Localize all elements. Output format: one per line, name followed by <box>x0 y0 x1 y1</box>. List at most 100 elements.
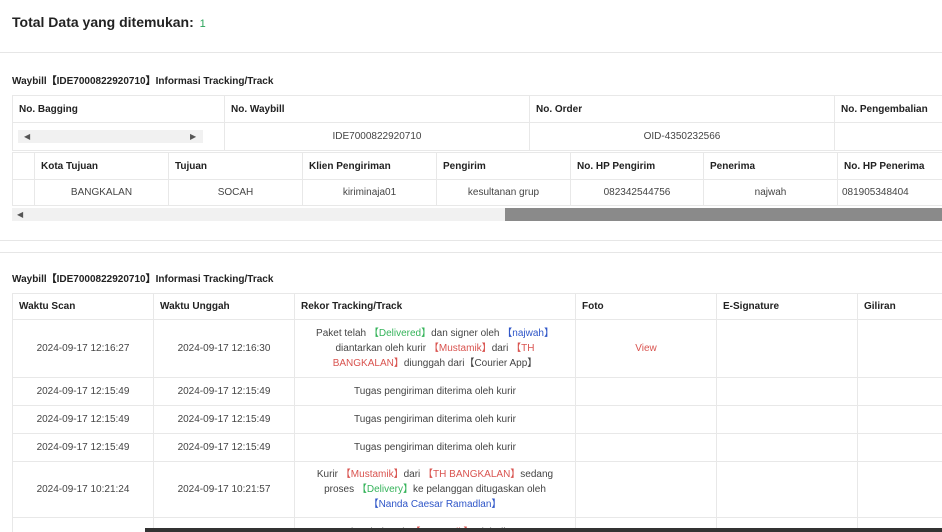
tracking-table: Waktu Scan Waktu Unggah Rekor Tracking/T… <box>12 293 942 532</box>
photo-cell <box>575 405 717 434</box>
col-header-hp-pengirim: No. HP Pengirim <box>570 152 704 180</box>
col-header-rekor: Rekor Tracking/Track <box>294 293 576 320</box>
col-header-klien: Klien Pengiriman <box>302 152 437 180</box>
upload-time-cell: 2024-09-17 10:21:57 <box>153 461 295 518</box>
esignature-cell <box>716 319 858 378</box>
record-segment: ke pelanggan ditugaskan oleh <box>413 484 546 495</box>
klien-value: kiriminaja01 <box>302 179 437 206</box>
shipment-detail-table: Kota Tujuan Tujuan Klien Pengiriman Peng… <box>12 152 942 206</box>
scan-time-cell: 2024-09-17 12:15:49 <box>12 433 154 462</box>
section-title-info: Waybill【IDE7000822920710】Informasi Track… <box>12 76 274 87</box>
tracking-rows: 2024-09-17 12:16:27 2024-09-17 12:16:30 Pa… <box>12 319 942 532</box>
tracking-record-cell: Tugas pengiriman diterima oleh kurir <box>294 433 576 462</box>
record-segment: diunggah dari【Courier App】 <box>403 358 538 369</box>
esignature-cell <box>716 433 858 462</box>
record-segment: 【Mustamik】 <box>340 469 404 480</box>
scan-time-cell <box>12 517 154 532</box>
record-segment: Tugas pengiriman diterima oleh kurir <box>354 414 516 425</box>
photo-cell <box>575 461 717 518</box>
scan-time-cell: 2024-09-17 12:15:49 <box>12 405 154 434</box>
total-data-heading: Total Data yang ditemukan: 1 <box>12 14 206 30</box>
record-segment: 【najwah】 <box>502 328 554 339</box>
scan-time-cell: 2024-09-17 12:16:27 <box>12 319 154 378</box>
waybill-value: IDE7000822920710 <box>224 122 530 151</box>
kota-tujuan-value: BANGKALAN <box>34 179 169 206</box>
col-header-waktu-scan: Waktu Scan <box>12 293 154 320</box>
bottom-scrollbar[interactable] <box>145 528 942 532</box>
col-header-waybill: No. Waybill <box>224 95 530 123</box>
section-title-tracking: Waybill【IDE7000822920710】Informasi Track… <box>12 274 274 285</box>
total-label: Total Data yang ditemukan: <box>12 14 194 30</box>
record-segment: 【Delivery】 <box>356 484 414 495</box>
scan-time-cell: 2024-09-17 12:15:49 <box>12 377 154 406</box>
photo-cell: View <box>575 319 717 378</box>
photo-cell <box>575 377 717 406</box>
total-count: 1 <box>199 18 206 30</box>
photo-cell <box>575 433 717 462</box>
giliran-cell <box>857 377 942 406</box>
spacer-cell <box>12 179 35 206</box>
divider <box>0 52 942 53</box>
bagging-scrollbar[interactable]: ◀ ▶ <box>18 130 203 143</box>
penerima-value: najwah <box>703 179 838 206</box>
col-header-kota-tujuan: Kota Tujuan <box>34 152 169 180</box>
giliran-cell <box>857 405 942 434</box>
scroll-left-icon[interactable]: ◀ <box>17 210 23 219</box>
scroll-right-icon[interactable]: ▶ <box>190 132 196 141</box>
record-segment: 【Nanda Caesar Ramadlan】 <box>368 499 502 510</box>
giliran-cell <box>857 433 942 462</box>
upload-time-cell: 2024-09-17 12:15:49 <box>153 433 295 462</box>
giliran-cell <box>857 319 942 378</box>
tujuan-value: SOCAH <box>168 179 303 206</box>
record-segment: Tugas pengiriman diterima oleh kurir <box>354 386 516 397</box>
record-segment: Kurir <box>316 469 341 480</box>
record-segment: dari <box>403 469 424 480</box>
bagging-cell: ◀ ▶ <box>12 122 225 151</box>
scroll-left-icon[interactable]: ◀ <box>24 132 30 141</box>
divider <box>0 252 942 253</box>
table-row: 2024-09-17 12:15:49 2024-09-17 12:15:49 Tu… <box>12 433 942 462</box>
record-segment: dari <box>491 343 512 354</box>
esignature-cell <box>716 377 858 406</box>
upload-time-cell: 2024-09-17 12:16:30 <box>153 319 295 378</box>
esignature-cell <box>716 461 858 518</box>
col-header-esignature: E-Signature <box>716 293 858 320</box>
col-header-pengirim: Pengirim <box>436 152 571 180</box>
esignature-cell <box>716 405 858 434</box>
col-header-waktu-unggah: Waktu Unggah <box>153 293 295 320</box>
waybill-info-table: No. Bagging No. Waybill No. Order No. Pe… <box>12 95 942 151</box>
col-header-order: No. Order <box>529 95 835 123</box>
upload-time-cell: 2024-09-17 12:15:49 <box>153 405 295 434</box>
record-segment: dan signer oleh <box>431 328 503 339</box>
upload-time-cell: 2024-09-17 12:15:49 <box>153 377 295 406</box>
order-value: OID-4350232566 <box>529 122 835 151</box>
record-segment: 【Delivered】 <box>368 328 432 339</box>
record-segment: Paket telah <box>316 328 369 339</box>
tracking-record-cell: Tugas pengiriman diterima oleh kurir <box>294 405 576 434</box>
table-row: 2024-09-17 12:15:49 2024-09-17 12:15:49 Tu… <box>12 405 942 434</box>
col-header-giliran: Giliran <box>857 293 942 320</box>
table-row: 2024-09-17 10:21:24 2024-09-17 10:21:57 Ku… <box>12 461 942 518</box>
table-row: 2024-09-17 12:16:27 2024-09-17 12:16:30 Pa… <box>12 319 942 378</box>
record-segment: diantarkan oleh kurir <box>335 343 429 354</box>
pengirim-value: kesultanan grup <box>436 179 571 206</box>
col-header-tujuan: Tujuan <box>168 152 303 180</box>
table-row: 2024-09-17 12:15:49 2024-09-17 12:15:49 Tu… <box>12 377 942 406</box>
record-segment: Tugas pengiriman diterima oleh kurir <box>354 442 516 453</box>
divider <box>0 240 942 241</box>
tracking-record-cell: Tugas pengiriman diterima oleh kurir <box>294 377 576 406</box>
tracking-record-cell: Paket telah 【Delivered】dan signer oleh 【… <box>294 319 576 378</box>
col-header-hp-penerima: No. HP Penerima <box>837 152 942 180</box>
detail-horizontal-scrollbar[interactable]: ◀ <box>12 208 942 221</box>
scrollbar-thumb[interactable] <box>505 208 942 221</box>
col-header-penerima: Penerima <box>703 152 838 180</box>
pengembalian-value <box>834 122 942 151</box>
view-photo-link[interactable]: View <box>635 343 657 354</box>
col-header-bagging: No. Bagging <box>12 95 225 123</box>
col-header-foto: Foto <box>575 293 717 320</box>
hp-pengirim-value: 082342544756 <box>570 179 704 206</box>
record-segment: 【Mustamik】 <box>428 343 492 354</box>
hp-penerima-value: 081905348404 <box>837 179 942 206</box>
col-header-spacer <box>12 152 35 180</box>
scan-time-cell: 2024-09-17 10:21:24 <box>12 461 154 518</box>
